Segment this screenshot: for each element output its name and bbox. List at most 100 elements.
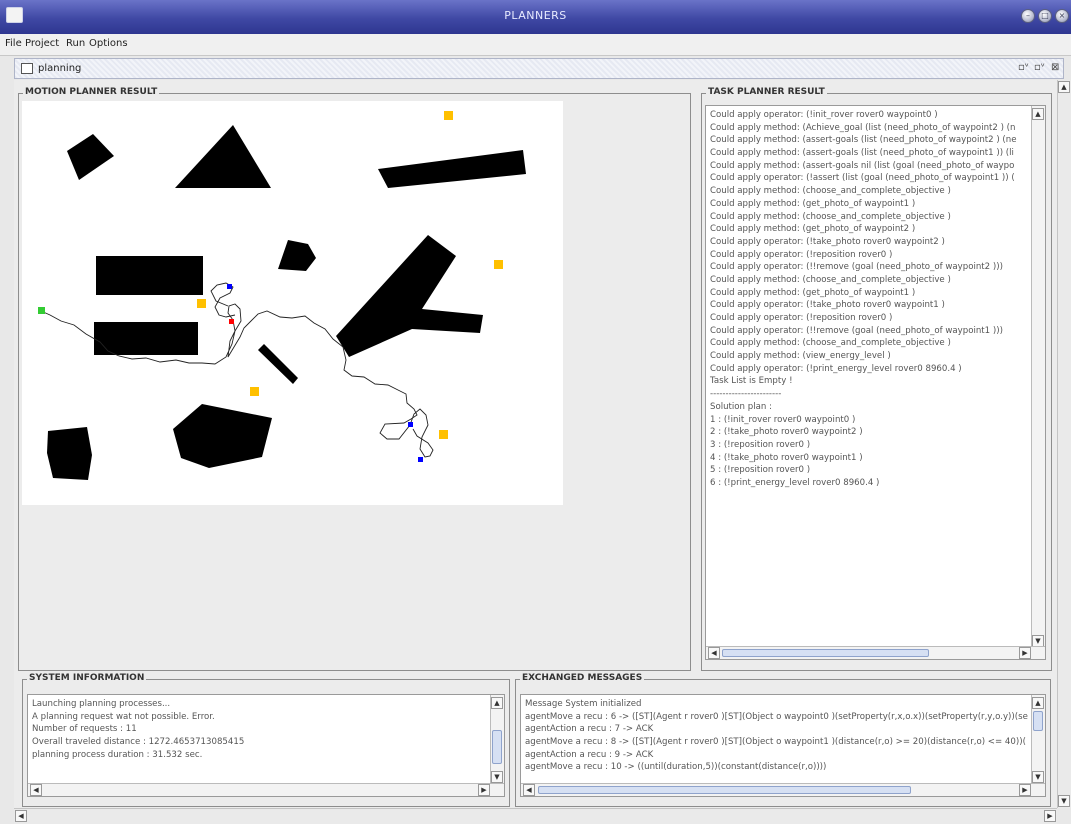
title-bar: PLANNERS – □ × — [0, 0, 1071, 34]
task-vertical-scrollbar[interactable]: ▲ ▼ — [1031, 106, 1045, 649]
scroll-thumb[interactable] — [1033, 711, 1043, 731]
scroll-down-icon[interactable]: ▼ — [1032, 771, 1044, 783]
output-line: planning process duration : 31.532 sec. — [32, 749, 203, 760]
system-horizontal-scrollbar[interactable]: ◀ ▶ — [28, 783, 504, 796]
messages-horizontal-scrollbar[interactable]: ◀ ▶ — [521, 783, 1045, 796]
obstacle — [94, 322, 198, 355]
output-line: ----------------------- — [710, 389, 782, 400]
scroll-thumb[interactable] — [538, 786, 911, 794]
task-planner-output[interactable]: Could apply operator: (!init_rover rover… — [705, 105, 1046, 660]
frame-title: planning — [38, 63, 82, 74]
scroll-down-icon[interactable]: ▼ — [491, 771, 503, 783]
scroll-up-icon[interactable]: ▲ — [1032, 697, 1044, 709]
scroll-right-icon[interactable]: ▶ — [478, 784, 490, 796]
frame-horizontal-scrollbar[interactable]: ◀ ▶ — [14, 808, 1057, 824]
scroll-up-icon[interactable]: ▲ — [491, 697, 503, 709]
output-line: Could apply method: (assert-goals nil (l… — [710, 160, 1015, 171]
menu-options[interactable]: Options — [89, 38, 128, 49]
node-marker — [227, 284, 232, 289]
system-information-lines: Launching planning processes... A plannin… — [28, 695, 504, 761]
output-line: 6 : (!print_energy_level rover0 8960.4 ) — [710, 477, 880, 488]
internal-frame-title-bar[interactable]: planning ▫ᵛ ▫ᵛ ⊠ — [14, 58, 1064, 79]
obstacle — [378, 150, 526, 188]
scroll-right-icon[interactable]: ▶ — [1019, 647, 1031, 659]
output-line: Message System initialized — [525, 699, 642, 709]
scroll-right-icon[interactable]: ▶ — [1019, 784, 1031, 796]
maximize-button[interactable]: □ — [1038, 9, 1052, 23]
exchanged-messages-output[interactable]: Message System initialized agentMove a re… — [520, 694, 1046, 797]
output-line: Could apply operator: (!take_photo rover… — [710, 300, 945, 311]
maximize-frame-icon[interactable]: ▫ᵛ — [1034, 62, 1045, 73]
task-horizontal-scrollbar[interactable]: ◀ ▶ — [706, 646, 1045, 659]
output-line: Solution plan : — [710, 401, 772, 412]
scroll-up-icon[interactable]: ▲ — [1032, 108, 1044, 120]
output-line: Could apply method: (choose_and_complete… — [710, 211, 951, 222]
obstacle — [258, 344, 298, 384]
output-line: Could apply method: (assert-goals (list … — [710, 148, 1014, 159]
menu-file[interactable]: File — [5, 38, 22, 49]
output-line: 2 : (!take_photo rover0 waypoint2 ) — [710, 427, 863, 438]
system-information-title: SYSTEM INFORMATION — [27, 673, 147, 683]
menu-run[interactable]: Run — [66, 38, 85, 49]
iconify-icon[interactable]: ▫ᵛ — [1018, 62, 1029, 73]
output-line: agentAction a recu : 7 -> ACK — [525, 724, 654, 735]
output-line: Task List is Empty ! — [710, 376, 793, 387]
output-line: 5 : (!reposition rover0 ) — [710, 465, 811, 476]
output-line: agentMove a recu : 6 -> ([ST](Agent r ro… — [525, 711, 1028, 722]
scroll-thumb[interactable] — [722, 649, 929, 657]
menu-bar: File Project Run Options — [0, 34, 1071, 56]
scroll-up-icon[interactable]: ▲ — [1058, 81, 1070, 93]
system-vertical-scrollbar[interactable]: ▲ ▼ — [490, 695, 504, 785]
waypoint-marker — [444, 111, 453, 120]
window-title: PLANNERS — [504, 9, 567, 22]
output-line: Could apply operator: (!reposition rover… — [710, 249, 893, 260]
output-line: Could apply method: (get_photo_of waypoi… — [710, 287, 916, 298]
minimize-button[interactable]: – — [1021, 9, 1035, 23]
frame-vertical-scrollbar[interactable]: ▲ ▼ — [1057, 80, 1071, 808]
output-line: A planning request wat not possible. Err… — [32, 711, 215, 722]
motion-planner-canvas — [22, 101, 563, 505]
output-line: Could apply operator: (!init_rover rover… — [710, 110, 938, 120]
obstacle — [96, 256, 203, 295]
waypoint-marker — [439, 430, 448, 439]
output-line: Could apply method: (choose_and_complete… — [710, 186, 951, 197]
scroll-left-icon[interactable]: ◀ — [523, 784, 535, 796]
output-line: Could apply method: (get_photo_of waypoi… — [710, 224, 916, 235]
output-line: Could apply operator: (!take_photo rover… — [710, 236, 945, 247]
node-marker — [408, 422, 413, 427]
obstacle — [47, 427, 92, 480]
scroll-left-icon[interactable]: ◀ — [30, 784, 42, 796]
exchanged-messages-title: EXCHANGED MESSAGES — [520, 673, 645, 683]
system-information-output[interactable]: Launching planning processes... A plannin… — [27, 694, 505, 797]
obstacle — [175, 125, 271, 188]
scroll-thumb[interactable] — [492, 730, 502, 764]
motion-map — [38, 111, 526, 480]
messages-vertical-scrollbar[interactable]: ▲ ▼ — [1031, 695, 1045, 785]
output-line: Could apply method: (Achieve_goal (list … — [710, 122, 1016, 133]
scroll-left-icon[interactable]: ◀ — [15, 810, 27, 822]
scroll-right-icon[interactable]: ▶ — [1044, 810, 1056, 822]
scroll-down-icon[interactable]: ▼ — [1058, 795, 1070, 807]
close-button[interactable]: × — [1055, 9, 1069, 23]
exchanged-messages-lines: Message System initialized agentMove a re… — [521, 695, 1045, 774]
waypoint-marker — [197, 299, 206, 308]
output-line: agentMove a recu : 10 -> ((until(duratio… — [525, 762, 827, 773]
output-line: Could apply operator: (!print_energy_lev… — [710, 363, 962, 374]
waypoint-marker — [494, 260, 503, 269]
output-line: 4 : (!take_photo rover0 waypoint1 ) — [710, 452, 863, 463]
output-line: 1 : (!init_rover rover0 waypoint0 ) — [710, 414, 856, 425]
output-line: Could apply method: (view_energy_level ) — [710, 351, 891, 362]
output-line: Could apply operator: (!!remove (goal (n… — [710, 325, 1003, 336]
output-line: Could apply method: (choose_and_complete… — [710, 274, 951, 285]
output-line: 3 : (!reposition rover0 ) — [710, 439, 811, 450]
obstacle — [336, 235, 483, 357]
output-line: agentAction a recu : 9 -> ACK — [525, 749, 654, 760]
motion-planner-title: MOTION PLANNER RESULT — [23, 87, 160, 97]
obstacle — [278, 240, 316, 271]
close-frame-icon[interactable]: ⊠ — [1051, 62, 1059, 73]
output-line: Number of requests : 11 — [32, 724, 137, 735]
output-line: Could apply operator: (!reposition rover… — [710, 313, 893, 323]
menu-project[interactable]: Project — [25, 38, 59, 49]
scroll-left-icon[interactable]: ◀ — [708, 647, 720, 659]
output-line: Launching planning processes... — [32, 699, 171, 709]
